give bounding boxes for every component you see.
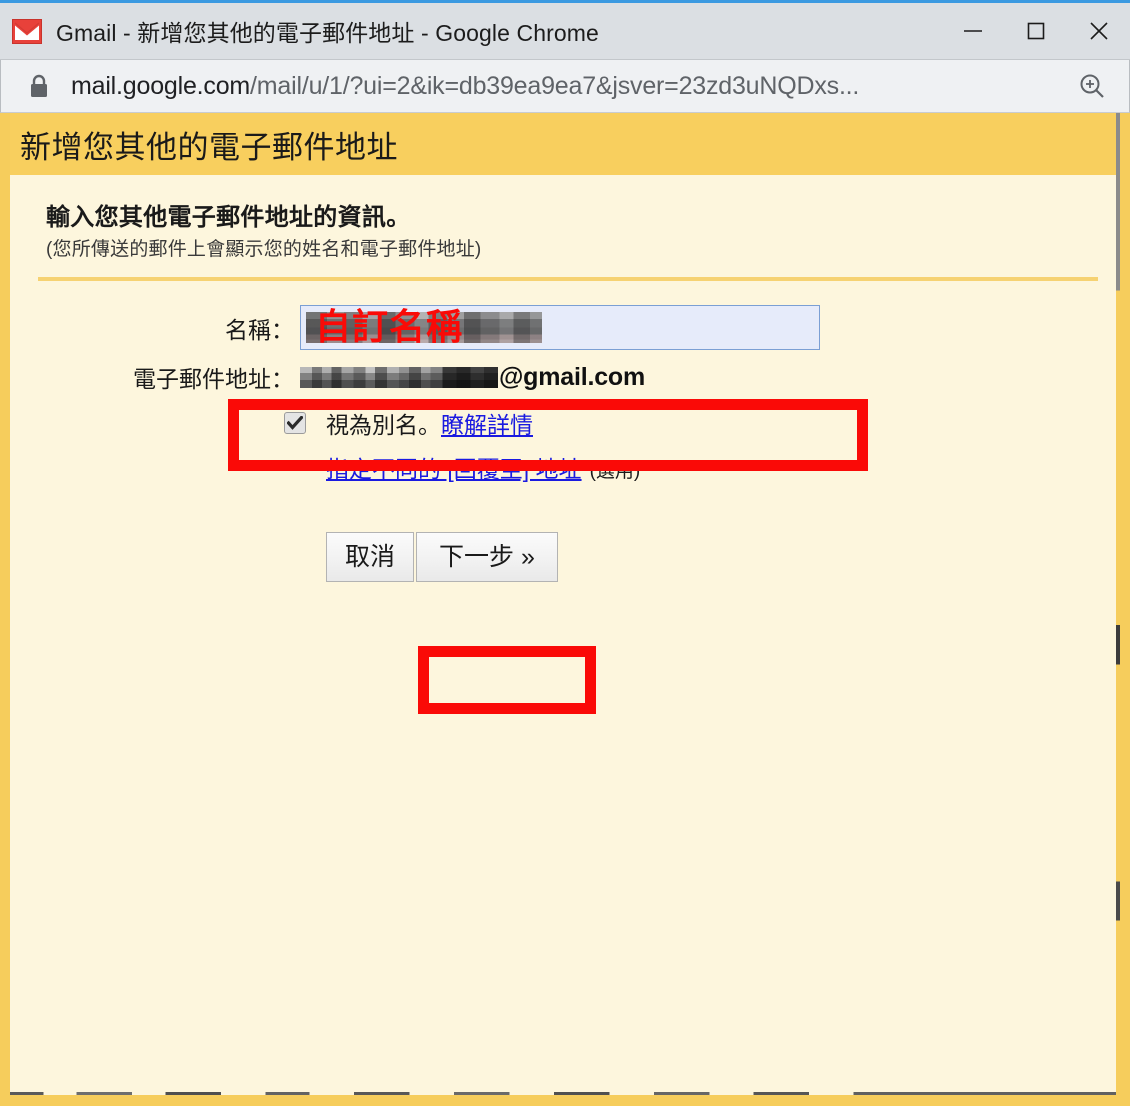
maximize-button[interactable] xyxy=(1004,3,1067,60)
page-banner: 新增您其他的電子郵件地址 xyxy=(10,113,1120,175)
url-host: mail.google.com xyxy=(71,71,251,100)
page-title: 新增您其他的電子郵件地址 xyxy=(20,129,398,165)
scrollbar[interactable] xyxy=(1116,113,1120,1098)
page-bottom-edge xyxy=(10,1089,1120,1098)
name-input[interactable]: 自訂名稱 xyxy=(300,305,820,350)
minimize-button[interactable] xyxy=(941,3,1004,60)
cancel-button[interactable]: 取消 xyxy=(326,532,415,582)
email-label: 電子郵件地址： xyxy=(133,366,294,392)
window-title: Gmail - 新增您其他的電子郵件地址 - Google Chrome xyxy=(56,20,599,46)
alias-label-text: 視為別名。 xyxy=(326,412,441,438)
email-row: 電子郵件地址： @gmail.com xyxy=(10,360,1120,394)
next-step-button[interactable]: 下一步 » xyxy=(416,532,558,582)
close-button[interactable] xyxy=(1067,3,1130,60)
specify-replyto-link[interactable]: 指定不同的 [回覆至] 地址 xyxy=(326,450,582,484)
url-text[interactable]: mail.google.com/mail/u/1/?ui=2&ik=db39ea… xyxy=(71,72,1063,101)
annotation-box-next-button xyxy=(418,646,596,714)
browser-window: Gmail - 新增您其他的電子郵件地址 - Google Chrome mai… xyxy=(0,0,1130,1107)
alias-label: 視為別名。瞭解詳情 xyxy=(326,406,533,440)
cutoff-content-fragment xyxy=(10,1092,1120,1095)
name-label: 名稱： xyxy=(225,316,294,343)
address-bar[interactable]: mail.google.com/mail/u/1/?ui=2&ik=db39ea… xyxy=(0,60,1130,113)
page-content: 新增您其他的電子郵件地址 輸入您其他電子郵件地址的資訊。 (您所傳送的郵件上會顯… xyxy=(0,113,1130,1106)
form-container: 輸入您其他電子郵件地址的資訊。 (您所傳送的郵件上會顯示您的姓名和電子郵件地址)… xyxy=(10,175,1120,582)
form-buttons: 取消 下一步 » xyxy=(326,532,1120,582)
learn-more-link[interactable]: 瞭解詳情 xyxy=(441,412,533,438)
replyto-row: 指定不同的 [回覆至] 地址 (選用) xyxy=(326,450,1120,484)
intro-heading: 輸入您其他電子郵件地址的資訊。 xyxy=(46,204,411,231)
email-domain: @gmail.com xyxy=(499,362,646,391)
replyto-optional-label: (選用) xyxy=(589,461,641,482)
alias-row: 視為別名。瞭解詳情 xyxy=(10,406,1120,440)
window-controls xyxy=(941,3,1130,60)
intro-subtext: (您所傳送的郵件上會顯示您的姓名和電子郵件地址) xyxy=(46,239,482,260)
email-address-value: @gmail.com xyxy=(300,363,645,392)
zoom-in-icon[interactable] xyxy=(1077,71,1107,101)
alias-checkbox[interactable] xyxy=(284,412,306,434)
gmail-favicon-icon xyxy=(12,18,42,44)
intro-block: 輸入您其他電子郵件地址的資訊。 (您所傳送的郵件上會顯示您的姓名和電子郵件地址) xyxy=(10,197,1120,261)
url-path: /mail/u/1/?ui=2&ik=db39ea9ea7&jsver=23zd… xyxy=(250,71,860,100)
email-form: 名稱： 自訂名稱 電子郵件地址： @gmail.com 視為別名。瞭解詳情 指定… xyxy=(10,305,1120,582)
email-field-wrap: @gmail.com xyxy=(300,363,1120,392)
lock-icon[interactable] xyxy=(29,74,49,99)
name-row: 名稱： 自訂名稱 xyxy=(10,305,1120,350)
name-field-wrap: 自訂名稱 xyxy=(300,305,1120,350)
name-annotation-label: 自訂名稱 xyxy=(315,306,464,348)
divider xyxy=(38,277,1098,281)
title-bar: Gmail - 新增您其他的電子郵件地址 - Google Chrome xyxy=(0,3,1130,60)
email-user-redaction xyxy=(300,366,498,388)
